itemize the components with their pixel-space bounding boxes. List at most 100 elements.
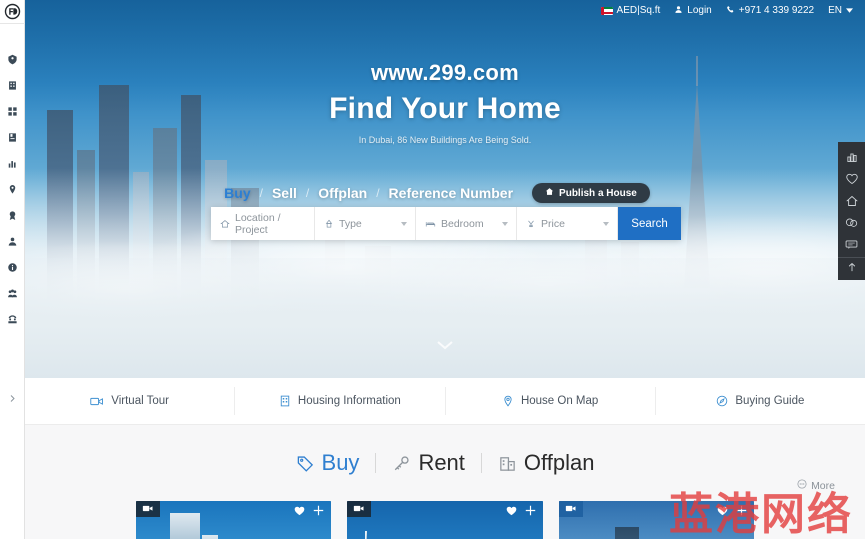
- map-pin-icon: [502, 395, 514, 407]
- sidebar-item-contact[interactable]: [0, 306, 25, 332]
- tag-icon: [7, 54, 18, 65]
- type-select[interactable]: Type: [315, 207, 416, 240]
- location-input-wrap[interactable]: Location / Project: [211, 207, 315, 240]
- listing-tab-buy[interactable]: Buy: [280, 450, 376, 476]
- home-icon: [545, 187, 554, 199]
- search-bar: Location / Project Type Bedroom Price Se…: [211, 207, 681, 240]
- compare-icon: [846, 151, 858, 166]
- sidebar-item-buildings[interactable]: [0, 72, 25, 98]
- hero-tab-sell[interactable]: Sell: [263, 185, 306, 201]
- hero-tab-buy[interactable]: Buy: [215, 185, 259, 201]
- feature-virtual-tour[interactable]: Virtual Tour: [25, 387, 236, 415]
- listing-card-2[interactable]: [347, 501, 543, 539]
- type-icon: [324, 219, 334, 229]
- right-toolbar: [838, 142, 865, 280]
- toolbar-message-button[interactable]: [838, 235, 865, 257]
- plus-icon[interactable]: [525, 505, 536, 516]
- video-badge[interactable]: [558, 501, 583, 517]
- toolbar-scroll-top-button[interactable]: [838, 257, 865, 279]
- video-badge[interactable]: [347, 501, 372, 517]
- hero-fog-lower: [25, 258, 865, 378]
- card-actions: [717, 505, 747, 516]
- sidebar-item-guides[interactable]: [0, 124, 25, 150]
- sidebar-item-team[interactable]: [0, 280, 25, 306]
- scroll-top-icon: [846, 261, 858, 276]
- chevron-down-icon: [603, 221, 609, 226]
- sidebar-item-statistics[interactable]: [0, 150, 25, 176]
- hero-subline: In Dubai, 86 New Buildings Are Being Sol…: [358, 135, 532, 145]
- bar-chart-icon: [7, 158, 18, 169]
- scroll-down-button[interactable]: [25, 340, 865, 355]
- search-button[interactable]: Search: [618, 207, 681, 240]
- app-logo[interactable]: [0, 0, 25, 24]
- feature-label: House On Map: [520, 395, 599, 407]
- listing-tab-label: Buy: [321, 450, 360, 475]
- card-sail: [365, 531, 368, 539]
- video-camera-icon: [353, 502, 365, 516]
- chevron-down-icon: [401, 221, 407, 226]
- card-tower: [614, 527, 639, 539]
- sidebar-item-map[interactable]: [0, 176, 25, 202]
- phone-icon: [7, 314, 18, 325]
- hero-tab-reference-number[interactable]: Reference Number: [380, 185, 523, 201]
- listing-tab-offplan[interactable]: Offplan: [482, 450, 611, 476]
- feature-label: Housing Information: [297, 395, 401, 407]
- feature-buying-guide[interactable]: Buying Guide: [656, 387, 865, 415]
- building-info-icon: [279, 395, 291, 407]
- listings-section: Buy Rent Offplan More: [25, 425, 865, 539]
- hero-headline: Find Your Home: [329, 92, 561, 125]
- video-badge[interactable]: [136, 501, 160, 517]
- hero-tab-offplan[interactable]: Offplan: [309, 185, 376, 201]
- chevron-down-icon: [846, 5, 853, 16]
- chevron-right-icon: [8, 392, 17, 406]
- plus-icon[interactable]: [736, 505, 747, 516]
- sidebar-item-information[interactable]: [0, 254, 25, 280]
- sidebar-expand-button[interactable]: [0, 389, 25, 409]
- heart-icon[interactable]: [717, 506, 728, 516]
- sidebar-item-categories[interactable]: [0, 98, 25, 124]
- hero-brand-url: www.299.com: [371, 60, 519, 85]
- card-actions: [294, 505, 324, 516]
- video-camera-icon: [142, 502, 154, 516]
- listing-card-1[interactable]: [136, 501, 332, 539]
- type-value: Type: [339, 217, 362, 230]
- user-icon: [674, 5, 683, 17]
- toolbar-favorites-button[interactable]: [838, 169, 865, 191]
- price-select[interactable]: Price: [517, 207, 618, 240]
- building-icon: [7, 80, 18, 91]
- feature-house-on-map[interactable]: House On Map: [446, 387, 656, 415]
- toolbar-chat-button[interactable]: [838, 213, 865, 235]
- sidebar-item-agents[interactable]: [0, 228, 25, 254]
- heart-icon[interactable]: [294, 506, 305, 516]
- team-icon: [7, 288, 18, 299]
- toolbar-compare-button[interactable]: [838, 147, 865, 169]
- currency-icon: [526, 219, 536, 229]
- more-circle-icon: [797, 479, 807, 492]
- currency-selector[interactable]: AED|Sq.ft: [600, 5, 661, 16]
- currency-label: AED|Sq.ft: [616, 5, 661, 16]
- video-camera-icon: [90, 396, 104, 407]
- chevron-down-icon: [502, 221, 508, 226]
- video-camera-icon: [565, 502, 577, 516]
- language-selector[interactable]: EN: [828, 5, 853, 16]
- listing-tab-rent[interactable]: Rent: [376, 450, 480, 476]
- left-sidebar: [0, 0, 25, 539]
- login-button[interactable]: Login: [674, 5, 712, 17]
- feature-housing-information[interactable]: Housing Information: [235, 387, 446, 415]
- hero-tab-bar: Buy / Sell / Offplan / Reference Number …: [0, 183, 865, 203]
- listing-card-3[interactable]: [558, 501, 754, 539]
- toolbar-home-button[interactable]: [838, 191, 865, 213]
- publish-house-button[interactable]: Publish a House: [532, 183, 650, 203]
- heart-icon[interactable]: [506, 506, 517, 516]
- card-tower: [170, 513, 200, 539]
- sidebar-item-listings[interactable]: [0, 46, 25, 72]
- feature-bar: Virtual Tour Housing Information House O…: [25, 378, 865, 425]
- more-link[interactable]: More: [797, 479, 835, 492]
- uae-flag-icon: [600, 6, 613, 15]
- grid-icon: [7, 106, 18, 117]
- location-placeholder: Location / Project: [235, 211, 281, 236]
- plus-icon[interactable]: [313, 505, 324, 516]
- sidebar-item-awards[interactable]: [0, 202, 25, 228]
- phone-number[interactable]: +971 4 339 9222: [726, 5, 814, 17]
- bedroom-select[interactable]: Bedroom: [416, 207, 517, 240]
